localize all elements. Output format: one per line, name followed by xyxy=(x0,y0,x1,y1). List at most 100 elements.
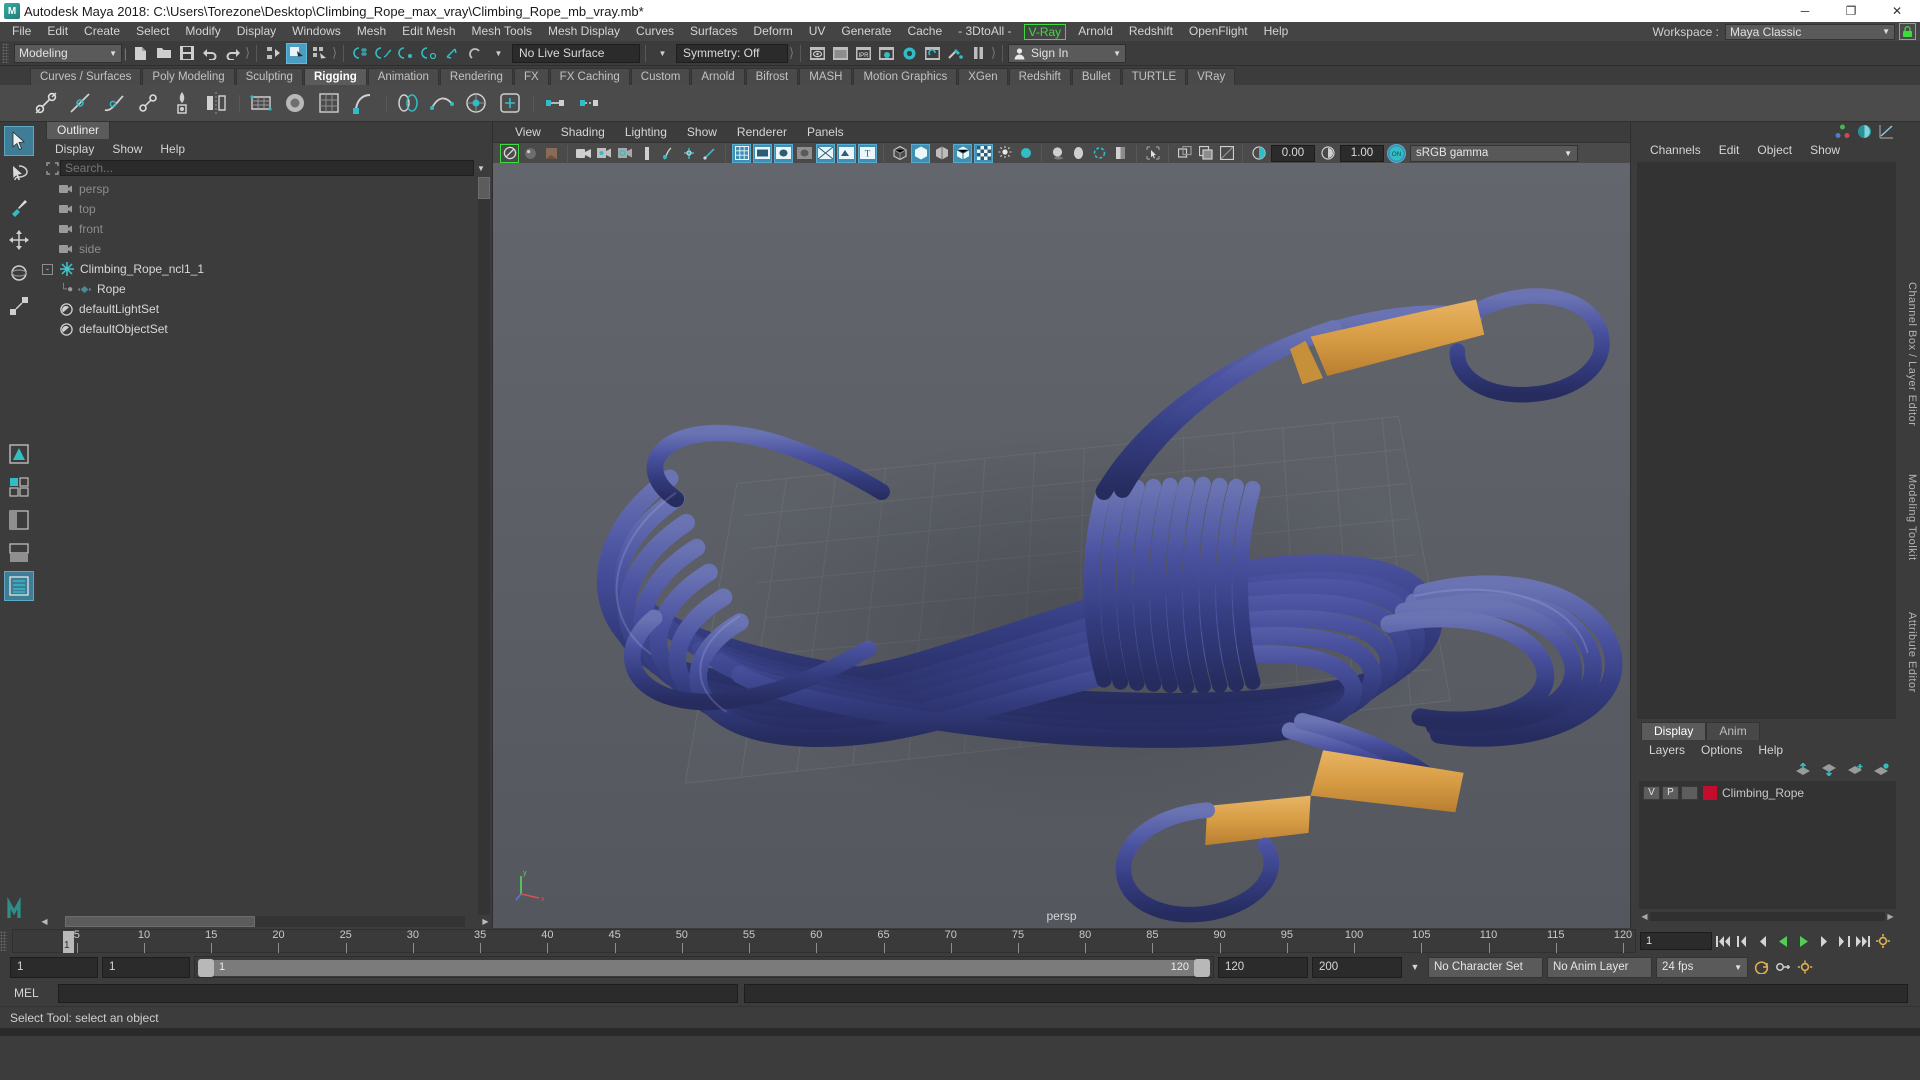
channelbox-menu-channels[interactable]: Channels xyxy=(1641,143,1710,157)
menu-help[interactable]: Help xyxy=(1256,22,1297,41)
viewport-3d-canvas[interactable]: y x persp xyxy=(493,163,1630,928)
viewport-menu-view[interactable]: View xyxy=(505,125,551,139)
parent-constraint-icon[interactable] xyxy=(539,87,571,119)
menu-curves[interactable]: Curves xyxy=(628,22,682,41)
collapse-expander-icon[interactable]: - xyxy=(42,263,53,275)
isolate-select-icon[interactable] xyxy=(774,143,793,163)
menu-mesh[interactable]: Mesh xyxy=(349,22,394,41)
animation-end-field[interactable]: 200 xyxy=(1312,956,1402,978)
dock-tab-channel-box[interactable]: Channel Box / Layer Editor xyxy=(1906,282,1918,426)
menu-generate[interactable]: Generate xyxy=(833,22,899,41)
make-live-button[interactable] xyxy=(465,43,486,64)
live-surface-dropdown-arrow[interactable]: ▼ xyxy=(488,43,509,64)
menu-arnold[interactable]: Arnold xyxy=(1070,22,1121,41)
sign-in-dropdown[interactable]: Sign In ▼ xyxy=(1008,43,1126,63)
smooth-shaded-icon[interactable] xyxy=(911,143,930,163)
menu-edit[interactable]: Edit xyxy=(39,22,76,41)
outliner-item-rope[interactable]: └● Rope xyxy=(38,279,492,299)
camera-attributes-icon[interactable] xyxy=(521,144,540,163)
blendshape-icon[interactable] xyxy=(392,87,424,119)
command-input-field[interactable] xyxy=(58,983,738,1003)
fps-dropdown[interactable]: 24 fps ▼ xyxy=(1656,956,1748,978)
scrollbar-thumb[interactable] xyxy=(65,916,255,927)
mirror-skin-weights-icon[interactable] xyxy=(200,87,232,119)
outliner-menu-show[interactable]: Show xyxy=(103,142,151,156)
maximize-button[interactable]: ❐ xyxy=(1828,0,1874,22)
snap-to-grid-button[interactable] xyxy=(350,43,371,64)
step-forward-key-icon[interactable] xyxy=(1834,932,1852,950)
scroll-left-icon[interactable]: ◀ xyxy=(38,917,51,926)
scrollbar-track[interactable] xyxy=(65,916,465,927)
wireframe-icon[interactable] xyxy=(890,144,909,163)
create-joint-icon[interactable] xyxy=(30,87,62,119)
select-by-component-type-button[interactable] xyxy=(309,43,330,64)
channelbox-menu-edit[interactable]: Edit xyxy=(1710,143,1749,157)
menuset-dropdown[interactable]: Modeling ▼ xyxy=(14,43,122,63)
anim-layer-dropdown[interactable]: No Anim Layer xyxy=(1547,956,1652,978)
ipr-render-button[interactable]: IPR xyxy=(853,43,874,64)
animation-start-field[interactable]: 1 xyxy=(10,956,98,978)
new-layer-from-selected-icon[interactable] xyxy=(1873,762,1890,776)
scroll-right-icon[interactable]: ▶ xyxy=(479,917,492,926)
menu-cache[interactable]: Cache xyxy=(899,22,950,41)
menu-create[interactable]: Create xyxy=(76,22,128,41)
channelbox-menu-object[interactable]: Object xyxy=(1748,143,1801,157)
menu-display[interactable]: Display xyxy=(229,22,284,41)
menu-modify[interactable]: Modify xyxy=(177,22,228,41)
statusline-grip[interactable] xyxy=(2,43,9,63)
workspace-dropdown[interactable]: Maya Classic ▼ xyxy=(1725,23,1895,40)
animation-preferences-icon[interactable] xyxy=(1874,932,1892,950)
snap-to-curve-button[interactable] xyxy=(373,43,394,64)
animation-preferences-gear-icon[interactable] xyxy=(1796,958,1814,976)
shelf-tab-rendering[interactable]: Rendering xyxy=(439,68,513,85)
menu-3dtoall[interactable]: - 3DtoAll - xyxy=(950,22,1019,41)
two-sided-lighting-icon[interactable] xyxy=(595,144,614,163)
single-perspective-layout-button[interactable] xyxy=(4,439,34,469)
dock-tab-attribute-editor[interactable]: Attribute Editor xyxy=(1906,612,1918,693)
four-view-layout-button[interactable] xyxy=(4,472,34,502)
live-surface-field[interactable]: No Live Surface xyxy=(512,43,640,63)
shelf-tab-arnold[interactable]: Arnold xyxy=(691,68,745,85)
menu-mesh-tools[interactable]: Mesh Tools xyxy=(464,22,540,41)
bookmark-icon[interactable] xyxy=(542,144,561,163)
outliner-menu-help[interactable]: Help xyxy=(151,142,194,156)
outliner-menu-display[interactable]: Display xyxy=(46,142,103,156)
layer-row-climbing-rope[interactable]: V P Climbing_Rope xyxy=(1639,784,1896,801)
layer-list-horizontal-scrollbar[interactable]: ◀ ▶ xyxy=(1639,911,1896,922)
shelf-tab-custom[interactable]: Custom xyxy=(630,68,691,85)
resolution-gate-icon[interactable] xyxy=(637,144,656,163)
help-menu[interactable]: Help xyxy=(1750,743,1791,757)
outliner-horizontal-scrollbar[interactable]: ◀ ▶ xyxy=(38,915,492,928)
close-button[interactable]: ✕ xyxy=(1874,0,1920,22)
select-by-object-type-button[interactable] xyxy=(286,42,307,64)
shelf-tab-sculpting[interactable]: Sculpting xyxy=(235,68,303,85)
outliner-search-input[interactable] xyxy=(60,160,474,176)
layers-menu[interactable]: Layers xyxy=(1641,743,1693,757)
channelbox-menu-show[interactable]: Show xyxy=(1801,143,1849,157)
viewport-menu-renderer[interactable]: Renderer xyxy=(727,125,797,139)
bind-skin-icon[interactable] xyxy=(166,87,198,119)
viewport-menu-shading[interactable]: Shading xyxy=(551,125,615,139)
shelf-tab-bullet[interactable]: Bullet xyxy=(1071,68,1121,85)
nonlinear-bend-icon[interactable] xyxy=(347,87,379,119)
play-backwards-icon[interactable] xyxy=(1774,932,1792,950)
menu-mesh-display[interactable]: Mesh Display xyxy=(540,22,628,41)
display-layer-list[interactable]: V P Climbing_Rope xyxy=(1639,781,1896,909)
menu-surfaces[interactable]: Surfaces xyxy=(682,22,745,41)
xray-mode-icon[interactable] xyxy=(795,144,814,163)
persp-outliner-layout-button[interactable] xyxy=(4,505,34,535)
options-menu[interactable]: Options xyxy=(1693,743,1750,757)
save-scene-button[interactable] xyxy=(176,43,197,64)
shelf-tab-xgen[interactable]: XGen xyxy=(958,68,1008,85)
range-bar[interactable]: 1 120 xyxy=(194,956,1214,978)
viewport-select-tool-icon[interactable] xyxy=(1143,144,1162,163)
layer-color-swatch[interactable] xyxy=(1703,785,1717,800)
menu-edit-mesh[interactable]: Edit Mesh xyxy=(394,22,463,41)
move-layer-down-icon[interactable] xyxy=(1821,763,1838,776)
hypershade-button[interactable] xyxy=(899,43,920,64)
image-plane-icon[interactable] xyxy=(574,144,593,163)
color-management-toggle-icon[interactable]: ON xyxy=(1387,143,1406,163)
ik-spline-handle-icon[interactable] xyxy=(98,87,130,119)
redo-button[interactable] xyxy=(222,43,243,64)
play-forwards-icon[interactable] xyxy=(1794,932,1812,950)
